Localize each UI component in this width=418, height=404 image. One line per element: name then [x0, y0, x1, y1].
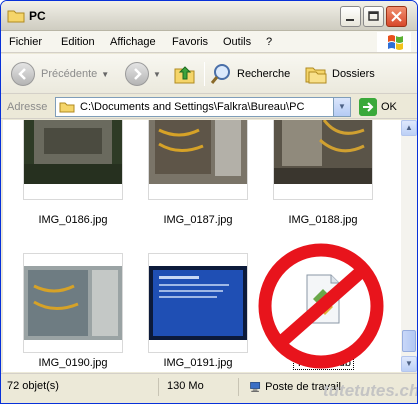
status-count: 72 objet(s) [3, 378, 159, 396]
back-button[interactable]: Précédente ▼ [11, 61, 109, 87]
forward-button[interactable]: ▼ [125, 61, 161, 87]
forward-arrow-icon [125, 62, 149, 86]
menu-fichier[interactable]: Fichier [9, 36, 42, 48]
title-bar[interactable]: PC [1, 1, 417, 31]
vertical-scrollbar[interactable]: ▲ ▼ [401, 120, 417, 372]
menu-favoris[interactable]: Favoris [172, 36, 208, 48]
thumbnail-frame [23, 120, 123, 200]
file-name: IMG_0187.jpg [163, 214, 233, 226]
file-name: IMG_0190.jpg [38, 357, 108, 369]
watermark: tutetutes.ch [323, 381, 418, 400]
menu-edition[interactable]: Edition [61, 36, 95, 48]
search-icon [210, 64, 230, 84]
back-label: Précédente [41, 68, 98, 80]
thumbnail-frame [273, 120, 373, 200]
window-title: PC [29, 9, 46, 23]
menu-bar: Fichier Edition Affichage Favoris Outils… [1, 31, 417, 53]
menu-outils[interactable]: Outils [223, 36, 251, 48]
photo-thumbnail [24, 120, 122, 184]
status-bar: 72 objet(s) 130 Mo Poste de travail tute… [1, 373, 418, 403]
thumbnail-frame [23, 253, 123, 353]
status-size: 130 Mo [163, 378, 239, 396]
thumbnail-frame [148, 253, 248, 353]
thumbnail-frame [148, 120, 248, 200]
up-folder-button[interactable] [173, 61, 197, 87]
computer-icon [250, 382, 261, 392]
back-arrow-icon [11, 62, 35, 86]
close-icon [391, 11, 402, 22]
forbidden-sign-icon [258, 243, 384, 369]
folders-button[interactable]: Dossiers [304, 61, 375, 87]
address-dropdown-button[interactable]: ▼ [333, 98, 350, 116]
file-name: IMG_0186.jpg [38, 214, 108, 226]
explorer-window: PC Fichier Edition Affichage Favoris Out… [0, 0, 418, 404]
scroll-up-button[interactable]: ▲ [401, 120, 417, 136]
folders-icon [305, 67, 327, 84]
chevron-down-icon: ▼ [101, 69, 110, 79]
minimize-icon [346, 19, 354, 21]
go-button[interactable]: OK [381, 101, 397, 113]
scroll-down-button[interactable]: ▼ [401, 356, 417, 372]
close-button[interactable] [386, 6, 407, 27]
search-label: Recherche [237, 68, 291, 80]
address-path: C:\Documents and Settings\Falkra\Bureau\… [80, 101, 305, 113]
menu-help[interactable]: ? [266, 36, 272, 48]
folders-label: Dossiers [332, 68, 375, 80]
scroll-thumb[interactable] [402, 330, 416, 352]
photo-thumbnail [24, 266, 122, 340]
maximize-icon [368, 11, 379, 21]
screen-thumbnail [149, 266, 247, 340]
address-input[interactable]: C:\Documents and Settings\Falkra\Bureau\… [55, 97, 351, 117]
file-name: IMG_0191.jpg [163, 357, 233, 369]
go-arrow-icon[interactable] [359, 98, 377, 116]
menu-affichage[interactable]: Affichage [110, 36, 156, 48]
search-button[interactable]: Recherche [209, 61, 290, 87]
address-label: Adresse [7, 101, 48, 113]
chevron-down-icon: ▼ [153, 69, 161, 79]
photo-thumbnail [274, 120, 372, 184]
folder-icon [59, 102, 75, 113]
toolbar: Précédente ▼ ▼ Recherche Dossiers [1, 54, 417, 94]
windows-logo-icon [377, 32, 411, 52]
file-view[interactable]: IMG_0186.jpg IMG_0187.jpg IMG_0188.jpg I… [3, 120, 401, 372]
minimize-button[interactable] [340, 6, 361, 27]
toolbar-separator [204, 62, 205, 86]
file-name: IMG_0188.jpg [288, 214, 358, 226]
maximize-button[interactable] [363, 6, 384, 27]
address-bar: Adresse C:\Documents and Settings\Falkra… [1, 95, 417, 119]
folder-icon [7, 10, 25, 23]
photo-thumbnail [149, 120, 247, 184]
up-folder-icon [174, 66, 195, 84]
